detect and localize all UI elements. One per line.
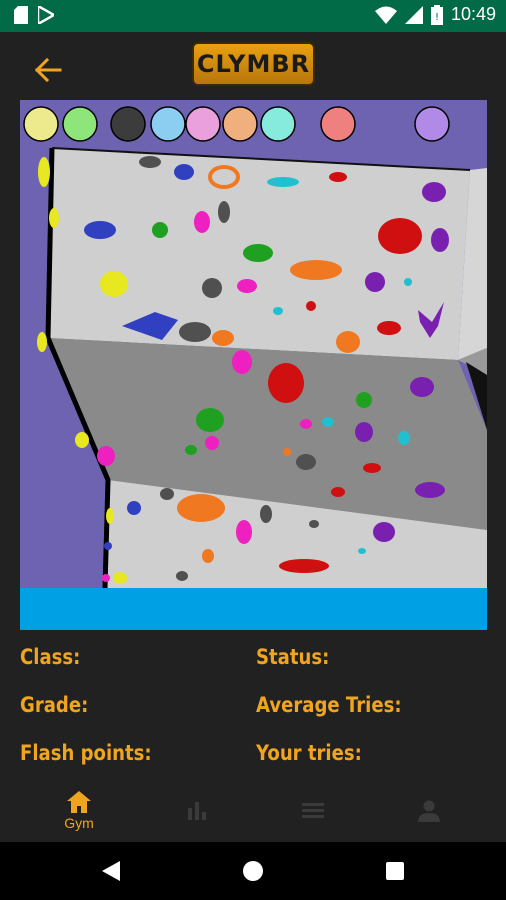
home-icon	[67, 791, 91, 813]
color-filter-red[interactable]	[320, 106, 356, 142]
sd-card-icon	[14, 6, 28, 24]
climbing-wall[interactable]	[20, 100, 487, 630]
app-bar: CLYMBR	[0, 32, 506, 100]
color-filter-purple[interactable]	[414, 106, 450, 142]
signal-icon	[404, 5, 423, 24]
play-store-icon	[38, 6, 54, 24]
class-label: Class:	[20, 645, 81, 669]
status-label: Status:	[256, 645, 330, 669]
nav-item-list[interactable]	[250, 780, 376, 842]
list-icon	[302, 803, 324, 818]
grade-label: Grade:	[20, 693, 89, 717]
wifi-icon	[374, 6, 397, 24]
nav-item-profile[interactable]	[366, 780, 492, 842]
color-filter-yellow[interactable]	[23, 106, 59, 142]
arrow-back-icon[interactable]	[30, 52, 66, 88]
back-triangle-icon[interactable]	[100, 860, 122, 882]
floor-mat	[20, 588, 487, 630]
person-icon	[418, 800, 440, 822]
bottom-navigation: Gym	[0, 780, 506, 842]
color-filter-blue[interactable]	[150, 106, 186, 142]
color-filter-green[interactable]	[62, 106, 98, 142]
status-time: 10:49	[450, 4, 496, 24]
home-circle-icon[interactable]	[242, 860, 264, 882]
nav-item-stats[interactable]	[134, 780, 260, 842]
system-navigation-bar	[0, 842, 506, 900]
nav-label-gym: Gym	[64, 815, 94, 831]
color-filter-orange[interactable]	[222, 106, 258, 142]
recents-square-icon[interactable]	[385, 861, 405, 881]
battery-icon: !	[430, 4, 443, 25]
average-tries-label: Average Tries:	[256, 693, 402, 717]
app-logo: CLYMBR	[192, 42, 315, 86]
stats-icon	[188, 802, 206, 820]
color-filter-pink[interactable]	[185, 106, 221, 142]
color-filter-black[interactable]	[110, 106, 146, 142]
color-filter-cyan[interactable]	[260, 106, 296, 142]
nav-item-gym[interactable]: Gym	[16, 780, 142, 842]
your-tries-label: Your tries:	[256, 741, 362, 765]
svg-text:!: !	[435, 12, 439, 23]
flash-points-label: Flash points:	[20, 741, 152, 765]
logo-text: CLYMBR	[196, 50, 311, 78]
status-bar: ! 10:49	[0, 0, 506, 32]
